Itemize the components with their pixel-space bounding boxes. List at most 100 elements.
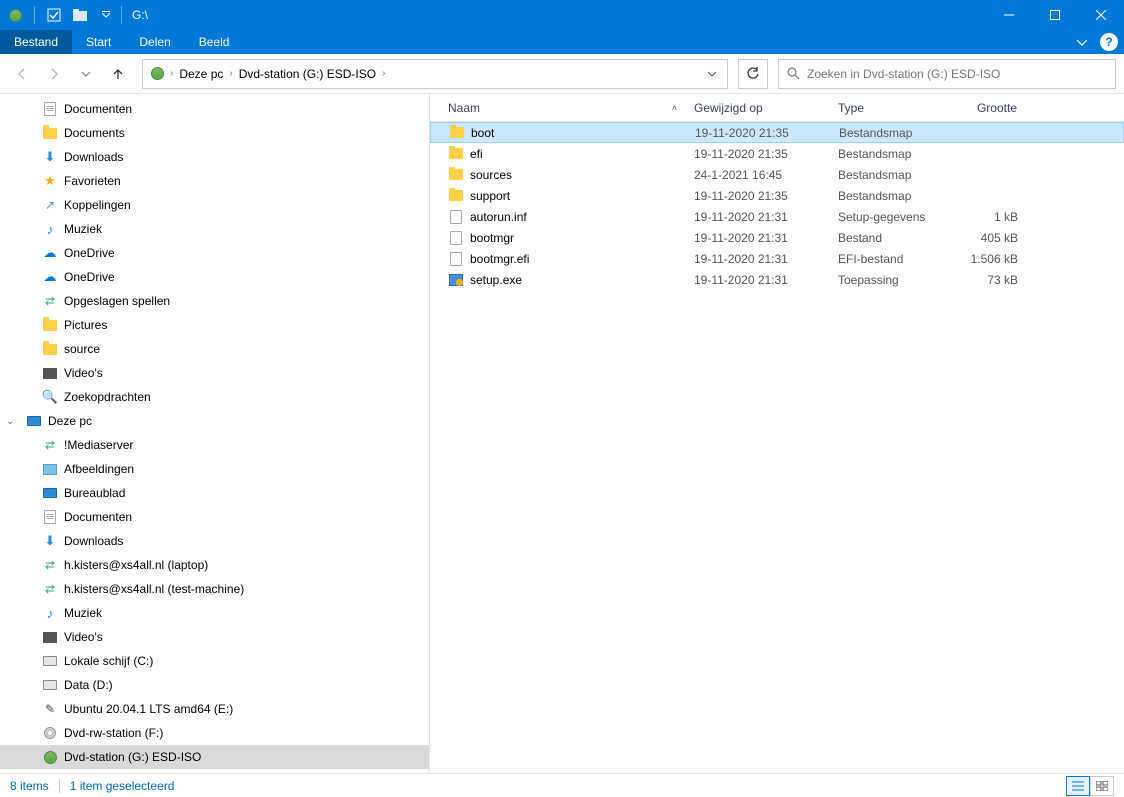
net-icon: ⇄ (42, 437, 58, 453)
file-name: sources (470, 168, 512, 182)
chevron-right-icon[interactable]: › (380, 68, 387, 79)
sidebar-item[interactable]: Bureaublad (0, 481, 429, 505)
sidebar-item-this-pc[interactable]: ⌄Deze pc (0, 409, 429, 433)
sidebar-item-label: Downloads (64, 150, 123, 164)
sidebar-item[interactable]: Pictures (0, 313, 429, 337)
back-button[interactable] (8, 60, 36, 88)
file-row[interactable]: boot19-11-2020 21:35Bestandsmap (430, 122, 1124, 143)
column-size[interactable]: Grootte (950, 94, 1026, 121)
refresh-button[interactable] (738, 59, 768, 89)
breadcrumb-root-icon[interactable] (147, 60, 168, 88)
column-modified[interactable]: Gewijzigd op (686, 94, 830, 121)
address-bar[interactable]: › Deze pc › Dvd-station (G:) ESD-ISO › (142, 59, 728, 89)
breadcrumb-drive[interactable]: Dvd-station (G:) ESD-ISO (235, 60, 380, 88)
drive-icon (42, 677, 58, 693)
sidebar-item[interactable]: ☁OneDrive (0, 265, 429, 289)
sidebar-item[interactable]: Video's (0, 625, 429, 649)
file-name: setup.exe (470, 273, 522, 287)
folder-icon (42, 125, 58, 141)
sidebar-item[interactable]: source (0, 337, 429, 361)
expand-icon[interactable]: ⌄ (6, 416, 20, 427)
sidebar-item[interactable]: Documents (0, 121, 429, 145)
file-row[interactable]: autorun.inf19-11-2020 21:31Setup-gegeven… (430, 206, 1124, 227)
sidebar-item-label: !Mediaserver (64, 438, 133, 452)
sidebar-item[interactable]: Dvd-station (G:) ESD-ISO (0, 745, 429, 769)
sidebar-item[interactable]: Documenten (0, 97, 429, 121)
up-button[interactable] (104, 60, 132, 88)
sidebar-item[interactable]: ♪Muziek (0, 601, 429, 625)
file-size: 405 kB (950, 231, 1026, 245)
sidebar-item[interactable]: Lokale schijf (C:) (0, 649, 429, 673)
file-icon (448, 209, 464, 225)
view-details-button[interactable] (1066, 776, 1090, 796)
forward-button[interactable] (40, 60, 68, 88)
tab-view[interactable]: Beeld (185, 30, 244, 54)
title-bar: G:\ (0, 0, 1124, 30)
minimize-button[interactable] (986, 0, 1032, 30)
recent-dropdown-icon[interactable] (72, 60, 100, 88)
exe-icon (448, 272, 464, 288)
view-large-icons-button[interactable] (1090, 776, 1114, 796)
sidebar-item[interactable]: ⇄h.kisters@xs4all.nl (laptop) (0, 553, 429, 577)
sidebar-item[interactable]: Video's (0, 361, 429, 385)
file-type: Bestandsmap (830, 168, 950, 182)
search-input[interactable] (807, 67, 1109, 81)
column-name[interactable]: Naam˄ (430, 94, 686, 121)
sidebar-item[interactable]: ☁OneDrive (0, 241, 429, 265)
breadcrumb-this-pc[interactable]: Deze pc (175, 60, 227, 88)
file-name: boot (471, 126, 494, 140)
sidebar-item[interactable]: ⬇Downloads (0, 529, 429, 553)
sidebar-item[interactable]: Documenten (0, 505, 429, 529)
sidebar-item[interactable]: ✎Ubuntu 20.04.1 LTS amd64 (E:) (0, 697, 429, 721)
file-row[interactable]: setup.exe19-11-2020 21:31Toepassing73 kB (430, 269, 1124, 290)
chevron-right-icon[interactable]: › (168, 68, 175, 79)
file-row[interactable]: bootmgr19-11-2020 21:31Bestand405 kB (430, 227, 1124, 248)
address-history-dropdown-icon[interactable] (701, 70, 723, 78)
new-folder-icon[interactable] (69, 4, 91, 26)
file-list[interactable]: boot19-11-2020 21:35Bestandsmapefi19-11-… (430, 122, 1124, 773)
file-name: support (470, 189, 510, 203)
sidebar-item-label: h.kisters@xs4all.nl (laptop) (64, 558, 208, 572)
close-button[interactable] (1078, 0, 1124, 30)
tab-file[interactable]: Bestand (0, 30, 72, 54)
file-type: Bestandsmap (831, 126, 951, 140)
sidebar-item[interactable]: Dvd-rw-station (F:) (0, 721, 429, 745)
ribbon-expand-icon[interactable] (1070, 30, 1094, 54)
tab-start[interactable]: Start (72, 30, 125, 54)
tab-share[interactable]: Delen (125, 30, 184, 54)
help-button[interactable]: ? (1100, 33, 1118, 51)
qat-dropdown-icon[interactable] (95, 4, 117, 26)
sidebar-item[interactable]: ★Favorieten (0, 169, 429, 193)
sidebar-item[interactable]: ♪Muziek (0, 217, 429, 241)
chevron-right-icon[interactable]: › (227, 68, 234, 79)
body: DocumentenDocuments⬇Downloads★Favorieten… (0, 94, 1124, 773)
file-row[interactable]: bootmgr.efi19-11-2020 21:31EFI-bestand1.… (430, 248, 1124, 269)
file-name: bootmgr (470, 231, 514, 245)
sidebar-item[interactable]: ⬇Downloads (0, 145, 429, 169)
file-row[interactable]: efi19-11-2020 21:35Bestandsmap (430, 143, 1124, 164)
sidebar-item-label: Downloads (64, 534, 123, 548)
sidebar-item[interactable]: ⇄Opgeslagen spellen (0, 289, 429, 313)
properties-icon[interactable] (43, 4, 65, 26)
folder-icon (448, 188, 464, 204)
folder-icon (42, 341, 58, 357)
file-name: efi (470, 147, 483, 161)
sidebar-item[interactable]: ↗Koppelingen (0, 193, 429, 217)
net-icon: ⇄ (42, 581, 58, 597)
file-row[interactable]: support19-11-2020 21:35Bestandsmap (430, 185, 1124, 206)
column-type[interactable]: Type (830, 94, 950, 121)
app-icon[interactable] (4, 4, 26, 26)
sidebar-item[interactable]: ⇄h.kisters@xs4all.nl (test-machine) (0, 577, 429, 601)
sidebar-item-label: Muziek (64, 606, 102, 620)
file-row[interactable]: sources24-1-2021 16:45Bestandsmap (430, 164, 1124, 185)
sidebar-item[interactable]: Afbeeldingen (0, 457, 429, 481)
sidebar-item[interactable]: 🔍Zoekopdrachten (0, 385, 429, 409)
file-size: 73 kB (950, 273, 1026, 287)
sidebar-item[interactable]: ⇄ !Mediaserver (0, 433, 429, 457)
navigation-pane[interactable]: DocumentenDocuments⬇Downloads★Favorieten… (0, 94, 430, 773)
sort-asc-icon: ˄ (672, 103, 677, 113)
maximize-button[interactable] (1032, 0, 1078, 30)
search-box[interactable] (778, 59, 1116, 89)
sidebar-item-label: Muziek (64, 222, 102, 236)
sidebar-item[interactable]: Data (D:) (0, 673, 429, 697)
